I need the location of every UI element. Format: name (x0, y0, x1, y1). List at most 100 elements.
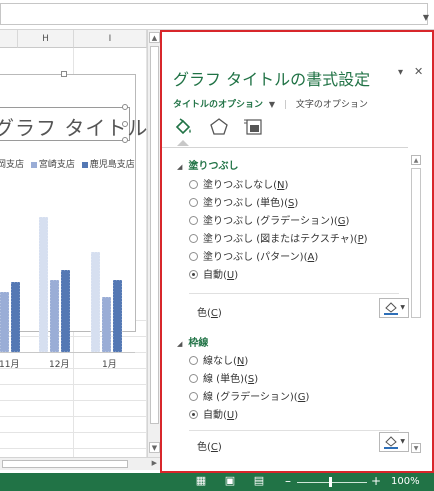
bar-鹿児島支店-1月[interactable] (112, 279, 123, 353)
grid-line (0, 384, 147, 385)
pane-vertical-scrollbar[interactable]: ▲ ▼ (410, 155, 422, 455)
radio-button[interactable] (189, 356, 198, 365)
collapse-triangle-icon: ◢ (177, 340, 183, 348)
size-properties-icon[interactable] (243, 116, 265, 138)
pen-color-icon (384, 436, 398, 449)
formula-input[interactable] (0, 3, 428, 25)
pane-divider (162, 147, 408, 148)
bar-鹿児島支店-12月[interactable] (60, 269, 71, 353)
scroll-up-arrow-icon[interactable]: ▲ (149, 32, 160, 43)
option-accesskey: S (287, 198, 295, 209)
chart-area[interactable]: グラフ タイトル 岡支店 宮崎支店 鹿児島支店 11月 12月 1月 (0, 71, 147, 370)
option-label: 自動( (203, 410, 227, 421)
normal-view-icon[interactable]: ▦ (194, 475, 208, 487)
zoom-in-button[interactable]: + (371, 474, 381, 488)
expand-formula-bar-icon[interactable]: ▼ (423, 13, 429, 22)
color-accesskey: C (210, 308, 218, 319)
x-tick-label: 11月 (0, 360, 20, 370)
border-option-gradient[interactable]: 線 (グラデーション)(G) (189, 391, 309, 405)
option-label: 塗りつぶし (グラデーション)( (203, 216, 338, 227)
tab-dropdown-icon[interactable]: ▼ (269, 100, 275, 109)
radio-button-selected[interactable] (189, 270, 198, 279)
column-header-i[interactable]: I (74, 30, 147, 48)
radio-button[interactable] (189, 180, 198, 189)
radio-button[interactable] (189, 374, 198, 383)
bar-鹿児島支店-11月[interactable] (10, 281, 21, 353)
radio-button[interactable] (189, 234, 198, 243)
close-icon[interactable]: ✕ (414, 65, 423, 78)
border-option-automatic[interactable]: 自動(U) (189, 409, 238, 423)
radio-button[interactable] (189, 252, 198, 261)
border-section-label: 枠線 (188, 338, 209, 349)
chart-plot[interactable] (0, 75, 135, 353)
fill-option-picture[interactable]: 塗りつぶし (図またはテクスチャ)(P) (189, 233, 368, 247)
x-tick-label: 12月 (49, 360, 70, 370)
border-color-picker[interactable]: ▼ (379, 432, 409, 452)
status-bar: ▦ ▣ ▤ – + 100% (0, 473, 434, 491)
effects-pentagon-icon[interactable] (208, 116, 230, 138)
pane-options-dropdown-icon[interactable]: ▾ (398, 67, 403, 78)
radio-button[interactable] (189, 198, 198, 207)
option-accesskey: S (247, 374, 255, 385)
option-accesskey: U (226, 410, 235, 421)
zoom-level[interactable]: 100% (391, 476, 420, 487)
scroll-thumb[interactable] (150, 46, 159, 424)
radio-button-selected[interactable] (189, 410, 198, 419)
radio-button[interactable] (189, 216, 198, 225)
option-label: 線なし( (203, 356, 237, 367)
bar-宮崎支店-12月[interactable] (49, 279, 60, 353)
bar-宮崎支店-1月[interactable] (101, 296, 112, 353)
sheet-horizontal-scrollbar[interactable]: ▶ (0, 457, 160, 470)
fill-option-pattern[interactable]: 塗りつぶし (パターン)(A) (189, 251, 318, 265)
pane-category-icons (173, 116, 433, 146)
grid-line (0, 448, 147, 449)
fill-option-solid[interactable]: 塗りつぶし (単色)(S) (189, 197, 298, 211)
fill-option-automatic[interactable]: 自動(U) (189, 269, 238, 283)
option-accesskey: U (226, 270, 235, 281)
zoom-out-button[interactable]: – (285, 474, 291, 488)
option-label: 自動( (203, 270, 227, 281)
scroll-up-arrow-icon[interactable]: ▲ (411, 155, 421, 165)
bar-宮崎支店-11月[interactable] (0, 291, 10, 353)
collapse-triangle-icon: ◢ (177, 163, 183, 171)
border-option-solid[interactable]: 線 (単色)(S) (189, 373, 258, 387)
fill-line-icon[interactable] (173, 116, 195, 146)
option-label: 塗りつぶし (図またはテクスチャ)( (203, 234, 358, 245)
zoom-slider-thumb[interactable] (329, 477, 332, 487)
color-accesskey: C (210, 442, 218, 453)
option-label: 塗りつぶしなし( (203, 180, 278, 191)
scroll-thumb[interactable] (2, 460, 128, 468)
column-header[interactable] (0, 30, 18, 48)
scroll-down-arrow-icon[interactable]: ▼ (149, 442, 160, 453)
option-accesskey: G (337, 216, 346, 227)
border-section-header[interactable]: ◢ 枠線 (177, 334, 208, 349)
fill-option-none[interactable]: 塗りつぶしなし(N) (189, 179, 288, 193)
color-label: 色( (197, 442, 211, 453)
fill-option-gradient[interactable]: 塗りつぶし (グラデーション)(G) (189, 215, 349, 229)
grid-line (0, 368, 147, 369)
bar-岡支店-1月[interactable] (90, 251, 101, 353)
fill-section-header[interactable]: ◢ 塗りつぶし (177, 157, 239, 172)
tab-text-options[interactable]: 文字のオプション (296, 100, 368, 110)
column-header-h[interactable]: H (18, 30, 74, 48)
fill-color-picker[interactable]: ▼ (379, 298, 409, 318)
radio-button[interactable] (189, 392, 198, 401)
border-option-none[interactable]: 線なし(N) (189, 355, 248, 369)
grid-line (0, 400, 147, 401)
scroll-right-arrow-icon[interactable]: ▶ (152, 459, 157, 467)
tab-title-options[interactable]: タイトルのオプション (173, 100, 263, 110)
paint-bucket-icon (384, 302, 398, 315)
sheet-vertical-scrollbar[interactable]: ▲ ▼ (147, 30, 160, 457)
chevron-down-icon: ▼ (400, 304, 405, 311)
worksheet-area[interactable]: H I グラフ タイトル 岡支店 宮崎支店 鹿児島支店 11月 12月 1月 (0, 30, 147, 457)
scroll-thumb[interactable] (411, 168, 421, 318)
page-layout-view-icon[interactable]: ▣ (223, 475, 237, 487)
tab-separator: | (283, 100, 287, 110)
bar-岡支店-12月[interactable] (38, 216, 49, 353)
pane-title: グラフ タイトルの書式設定 (173, 70, 371, 89)
zoom-slider[interactable] (297, 482, 367, 483)
scroll-down-arrow-icon[interactable]: ▼ (411, 443, 421, 453)
page-break-preview-icon[interactable]: ▤ (252, 475, 266, 487)
format-chart-title-pane: グラフ タイトルの書式設定 ▾ ✕ タイトルのオプション ▼ | 文字のオプショ… (160, 30, 434, 473)
option-label: 線 (グラデーション)( (203, 392, 298, 403)
